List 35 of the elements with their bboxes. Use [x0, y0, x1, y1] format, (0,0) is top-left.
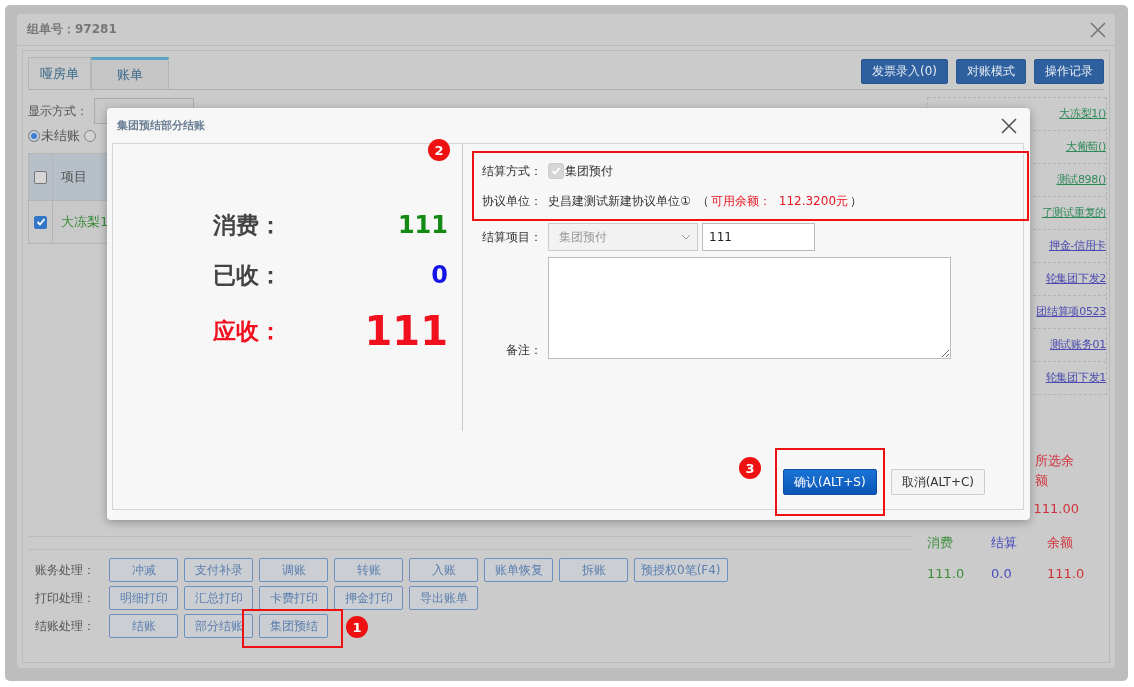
dialog-title: 集团预结部分结账 [117, 118, 205, 133]
summary-label: 结算 [991, 534, 1018, 552]
window-title: 组单号：97281 [27, 21, 117, 38]
stat-value: 111 [364, 308, 448, 354]
summary-label: 消费 [927, 534, 954, 552]
paren: ） [850, 192, 863, 210]
row-label: 结账处理： [35, 617, 96, 635]
summary-value: 0.0 [991, 566, 1013, 581]
stat-label: 已收： [213, 260, 282, 290]
row-label: 账务处理： [35, 561, 96, 579]
paren: （ [696, 192, 709, 210]
field-label: 协议单位： [481, 192, 543, 210]
row-label: 打印处理： [35, 589, 96, 607]
step-number: 3 [739, 457, 761, 479]
summary-value: 111.0 [1047, 566, 1086, 581]
balance-label: 可用余额： [710, 192, 771, 210]
field-label: 备注： [505, 342, 543, 359]
summary-label: 余额 [1047, 534, 1074, 552]
summary-value: 111.0 [927, 566, 966, 581]
summary-value: 111.00 [1033, 501, 1079, 516]
stat-value: 111 [397, 211, 448, 239]
summary-label: 所选余额 [1035, 452, 1075, 490]
column-header: 项目 [60, 168, 87, 186]
step-number: 2 [428, 139, 450, 161]
stat-value: 0 [431, 261, 448, 289]
table-cell-text: 大冻梨1 [60, 213, 109, 231]
stat-label: 应收： [213, 316, 282, 346]
step-number: 1 [346, 616, 368, 638]
agreement-name: 史昌建测试新建协议单位① [548, 192, 691, 210]
balance-value: 112.3200元 [778, 192, 849, 210]
field-label: 结算方式： [481, 162, 543, 180]
display-mode-label: 显示方式： [28, 102, 88, 120]
checkbox-label: 集团预付 [565, 162, 613, 180]
stat-label: 消费： [213, 210, 282, 240]
field-label: 结算项目： [481, 228, 543, 246]
